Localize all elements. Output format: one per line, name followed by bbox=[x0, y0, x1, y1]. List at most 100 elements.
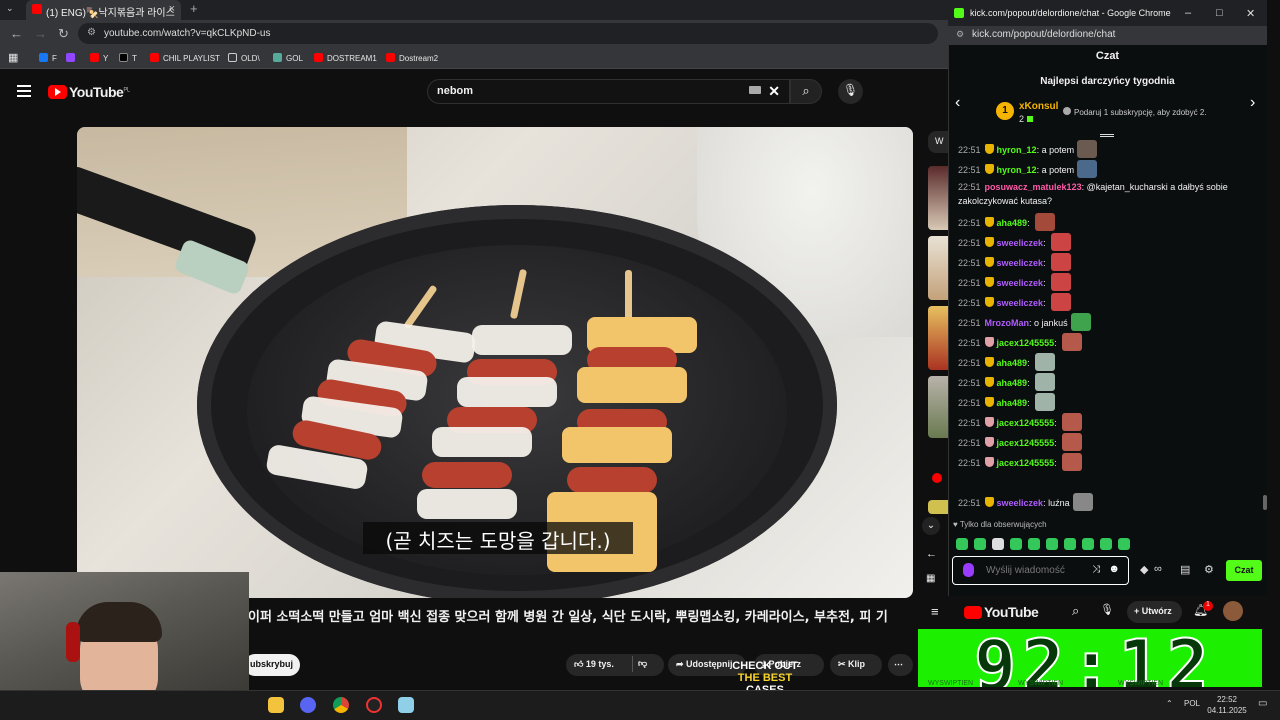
file-explorer-icon[interactable] bbox=[268, 697, 284, 713]
message-username[interactable]: aha489 bbox=[997, 218, 1028, 228]
message-username[interactable]: sweeliczek bbox=[997, 278, 1044, 288]
thumbs-down-icon[interactable]: 👎︎ bbox=[638, 658, 647, 669]
message-username[interactable]: jacex1245555 bbox=[997, 418, 1055, 428]
message-username[interactable]: sweeliczek bbox=[997, 498, 1044, 508]
message-username[interactable]: MrozoMan bbox=[985, 318, 1030, 328]
clock[interactable]: 22:52 04.11.2025 bbox=[1206, 694, 1248, 716]
emote-icon[interactable] bbox=[974, 538, 986, 550]
more-actions-icon[interactable]: ⋯ bbox=[888, 654, 913, 676]
obs-icon[interactable] bbox=[366, 697, 382, 713]
related-thumbnail[interactable] bbox=[928, 306, 948, 370]
emoji-icon[interactable]: ☻ bbox=[1108, 563, 1120, 575]
tab-close-icon[interactable]: × bbox=[169, 3, 175, 15]
bookmark-gol[interactable]: GOL bbox=[273, 53, 303, 63]
chevron-left-icon[interactable]: ‹ bbox=[955, 94, 960, 112]
related-thumbnail[interactable] bbox=[928, 166, 948, 230]
keyboard-icon[interactable] bbox=[749, 86, 761, 94]
create-button[interactable]: + Utwórz bbox=[1127, 601, 1182, 623]
bookmark-old[interactable]: OLD\ bbox=[228, 53, 260, 63]
store-icon[interactable]: ▤ bbox=[1180, 563, 1190, 576]
window-close-icon[interactable]: ✕ bbox=[1246, 7, 1255, 20]
settings-icon[interactable]: ⚙ bbox=[1204, 563, 1214, 576]
leader-name[interactable]: xKonsul bbox=[1019, 101, 1058, 112]
emote-icon[interactable] bbox=[992, 538, 1004, 550]
link-icon[interactable]: ∞ bbox=[1154, 563, 1162, 575]
subscribe-button[interactable]: ubskrybuj bbox=[244, 654, 300, 676]
back-icon[interactable]: ← bbox=[10, 26, 23, 41]
translate-icon[interactable]: ⤨ bbox=[1092, 564, 1100, 575]
mic-icon[interactable] bbox=[963, 563, 974, 577]
emote-icon[interactable] bbox=[1082, 538, 1094, 550]
reload-icon[interactable]: ↻ bbox=[58, 26, 69, 42]
maximize-icon[interactable]: □ bbox=[1216, 7, 1223, 19]
emote-icon[interactable] bbox=[1100, 538, 1112, 550]
message-username[interactable]: sweeliczek bbox=[997, 258, 1044, 268]
grid-icon[interactable]: ▦ bbox=[926, 573, 935, 584]
bookmark-y[interactable]: Y bbox=[90, 53, 108, 63]
filter-chip[interactable]: W bbox=[928, 131, 948, 153]
shapes-icon[interactable]: ◆ bbox=[1140, 563, 1148, 576]
bookmark-twitch[interactable] bbox=[66, 53, 79, 63]
message-username[interactable]: aha489 bbox=[997, 358, 1028, 368]
related-thumbnail[interactable] bbox=[928, 236, 948, 300]
bookmark-f[interactable]: F bbox=[39, 53, 57, 63]
avatar[interactable] bbox=[1223, 601, 1243, 621]
search-input[interactable]: nebom ✕ bbox=[427, 79, 790, 104]
emote-icon[interactable] bbox=[956, 538, 968, 550]
send-chat-button[interactable]: Czat bbox=[1226, 560, 1262, 581]
emote-icon[interactable] bbox=[1046, 538, 1058, 550]
url-field[interactable]: ⚙ youtube.com/watch?v=qkCLKpND-us bbox=[78, 23, 938, 44]
emote-icon[interactable] bbox=[1028, 538, 1040, 550]
apps-icon[interactable]: ▦ bbox=[8, 51, 18, 64]
minimize-icon[interactable]: – bbox=[1185, 7, 1191, 19]
new-tab-icon[interactable]: + bbox=[190, 1, 198, 16]
tab-search-icon[interactable]: ⌄ bbox=[6, 3, 14, 14]
menu-icon[interactable] bbox=[17, 85, 31, 97]
notifications-icon[interactable]: ▭ bbox=[1258, 698, 1267, 709]
emote-icon[interactable] bbox=[1118, 538, 1130, 550]
message-username[interactable]: aha489 bbox=[997, 398, 1028, 408]
app-icon[interactable] bbox=[398, 697, 414, 713]
emote-icon[interactable] bbox=[1064, 538, 1076, 550]
voice-search-icon[interactable]: 🎙 bbox=[1100, 603, 1114, 616]
chevron-right-icon[interactable]: › bbox=[1250, 94, 1255, 112]
back-arrow-icon[interactable]: ← bbox=[926, 548, 937, 560]
clear-search-icon[interactable]: ✕ bbox=[768, 83, 780, 100]
related-thumbnail[interactable] bbox=[928, 376, 948, 438]
message-username[interactable]: aha489 bbox=[997, 378, 1028, 388]
tab-youtube[interactable]: (1) ENG)🍢낙지볶음과 라이스 × bbox=[26, 0, 181, 20]
discord-icon[interactable] bbox=[300, 697, 316, 713]
message-username[interactable]: sweeliczek bbox=[997, 238, 1044, 248]
message-username[interactable]: jacex1245555 bbox=[997, 458, 1055, 468]
bookmark-t[interactable]: T bbox=[119, 53, 137, 63]
forward-icon[interactable]: → bbox=[34, 26, 47, 41]
scroll-down-icon[interactable]: ⌄ bbox=[922, 517, 940, 535]
bookmark-dostream1[interactable]: DOSTREAM1 bbox=[314, 53, 377, 63]
related-thumbnail[interactable] bbox=[928, 500, 948, 514]
search-button[interactable]: ⌕ bbox=[790, 79, 822, 104]
chat-scrollbar[interactable] bbox=[1263, 495, 1267, 510]
menu-icon[interactable]: ≡ bbox=[931, 604, 939, 619]
chat-url-field[interactable]: ⚙ kick.com/popout/delordione/chat bbox=[948, 26, 1267, 45]
language-indicator[interactable]: POL bbox=[1184, 698, 1200, 709]
message-username[interactable]: jacex1245555 bbox=[997, 338, 1055, 348]
chrome-icon[interactable] bbox=[333, 697, 349, 713]
site-info-icon[interactable]: ⚙ bbox=[956, 29, 964, 40]
youtube-logo[interactable]: YouTube bbox=[964, 604, 1039, 620]
clip-button[interactable]: ✂ Klip bbox=[830, 654, 882, 676]
message-username[interactable]: posuwacz_matulek123 bbox=[985, 182, 1082, 192]
site-info-icon[interactable]: ⚙ bbox=[87, 27, 96, 38]
like-button[interactable]: 👍︎ 19 tys. 👎︎ bbox=[566, 654, 664, 676]
message-username[interactable]: hyron_12 bbox=[997, 145, 1037, 155]
message-username[interactable]: sweeliczek bbox=[997, 298, 1044, 308]
voice-search-icon[interactable]: 🎙 bbox=[838, 79, 863, 104]
bookmark-chil-playlist[interactable]: CHIL PLAYLIST bbox=[150, 53, 220, 63]
timer-video[interactable]: 92:12 WYSWIPTIEN WYSWIPTIEN WYSWIPTIEN bbox=[918, 629, 1262, 687]
pinned-bar-icon[interactable] bbox=[1100, 134, 1114, 137]
youtube-logo[interactable]: YouTubePL bbox=[48, 84, 130, 100]
message-username[interactable]: jacex1245555 bbox=[997, 438, 1055, 448]
search-icon[interactable]: ⌕ bbox=[1072, 603, 1079, 619]
bookmark-dostream2[interactable]: Dostream2 bbox=[386, 53, 438, 63]
chat-input[interactable]: Wyślij wiadomość ⤨ ☻ bbox=[952, 556, 1129, 585]
tray-chevron-icon[interactable]: ⌃ bbox=[1166, 698, 1173, 709]
